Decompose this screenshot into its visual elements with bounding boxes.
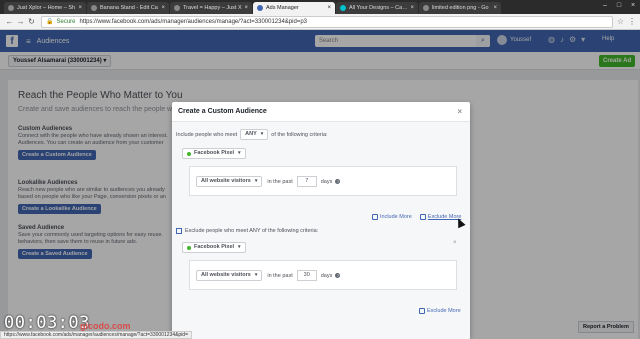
browser-tab[interactable]: limited edition png - Go × — [419, 2, 501, 14]
exclude-more-row: Exclude More — [419, 308, 461, 314]
help-icon[interactable]: ? — [335, 179, 341, 184]
add-icon — [372, 214, 378, 220]
close-icon[interactable]: × — [493, 5, 497, 11]
add-icon — [419, 214, 426, 220]
include-rule-row: All website visitors ▾ in the past 7 days… — [196, 176, 341, 187]
favicon-icon — [8, 5, 14, 11]
close-icon[interactable]: × — [327, 5, 331, 11]
minimize-icon[interactable]: – — [598, 0, 612, 12]
status-dot-icon — [187, 151, 191, 156]
bookmark-star-icon[interactable]: ☆ — [617, 17, 624, 26]
modal-header: Create a Custom Audience × — [172, 102, 470, 122]
chevron-down-icon: ▾ — [254, 178, 258, 184]
exclude-rule-box: All website visitors ▾ in the past 30 day… — [189, 260, 457, 290]
close-icon[interactable]: × — [78, 5, 82, 11]
browser-tab-strip: Just Xplor – Home – Sh × Banana Stand - E… — [0, 0, 640, 14]
status-dot-icon — [187, 245, 191, 250]
exclude-more-link[interactable]: Exclude More — [419, 308, 461, 314]
browser-menu-icon[interactable]: ⋮ — [628, 17, 636, 26]
chevron-down-icon: ▾ — [238, 244, 241, 250]
maximize-icon[interactable]: □ — [612, 0, 626, 12]
days-input[interactable]: 7 — [296, 176, 317, 187]
video-timer: 00:03:03 — [4, 313, 90, 333]
lock-icon: 🔒 — [46, 19, 54, 25]
modal-body: Include people who meet ANY ▾ of the foll… — [172, 122, 470, 339]
reload-icon[interactable]: ↻ — [26, 17, 37, 26]
browser-tab[interactable]: All Your Designs – Canva × — [336, 2, 418, 14]
remove-exclusion-icon[interactable]: × — [453, 240, 457, 246]
include-more-link[interactable]: Include More — [372, 214, 412, 220]
close-window-icon[interactable]: × — [626, 0, 640, 12]
days-input[interactable]: 30 — [296, 270, 317, 281]
address-bar: ← → ↻ 🔒 Secure https://www.facebook.com/… — [0, 14, 640, 30]
favicon-icon — [340, 5, 346, 11]
close-icon[interactable]: × — [244, 5, 248, 11]
browser-tab[interactable]: Travel = Happy – Just X × — [170, 2, 252, 14]
browser-tab[interactable]: Banana Stand - Edit Ca × — [87, 2, 169, 14]
window-controls: – □ × — [598, 0, 640, 12]
close-icon[interactable]: × — [410, 5, 414, 11]
favicon-icon — [91, 5, 97, 11]
exclude-criteria-row: Exclude people who meet ANY of the follo… — [176, 228, 318, 234]
browser-tab-active[interactable]: Ads Manager × — [253, 2, 335, 14]
exclude-rule-row: All website visitors ▾ in the past 30 day… — [196, 270, 341, 281]
watermark: gicodo.com — [80, 321, 131, 331]
modal-title: Create a Custom Audience — [178, 108, 267, 115]
chevron-down-icon: ▾ — [260, 131, 264, 137]
pixel-row-1: Facebook Pixel ▾ — [182, 148, 246, 159]
match-type-select[interactable]: ANY ▾ — [240, 129, 269, 140]
add-icon — [419, 308, 425, 314]
close-icon[interactable]: × — [161, 5, 165, 11]
url-text: https://www.facebook.com/ads/manager/aud… — [79, 18, 308, 25]
url-input[interactable]: 🔒 Secure https://www.facebook.com/ads/ma… — [41, 15, 613, 28]
exclude-icon — [176, 228, 182, 234]
include-exclude-links: Include More Exclude More — [372, 214, 461, 220]
pixel-select[interactable]: Facebook Pixel ▾ — [182, 148, 246, 159]
pixel-select[interactable]: Facebook Pixel ▾ — [182, 242, 246, 253]
back-icon[interactable]: ← — [4, 17, 15, 26]
visitors-select[interactable]: All website visitors ▾ — [196, 270, 263, 281]
chevron-down-icon: ▾ — [254, 272, 258, 278]
favicon-icon — [423, 5, 429, 11]
favicon-icon — [174, 5, 180, 11]
create-custom-audience-modal: Create a Custom Audience × Include peopl… — [172, 102, 470, 339]
help-icon[interactable]: ? — [335, 273, 341, 278]
include-criteria-row: Include people who meet ANY ▾ of the foll… — [176, 129, 328, 140]
status-url: https://www.facebook.com/ads/manager/aud… — [0, 331, 193, 339]
favicon-icon — [257, 5, 263, 11]
close-icon[interactable]: × — [457, 107, 462, 116]
browser-tab[interactable]: Just Xplor – Home – Sh × — [4, 2, 86, 14]
chevron-down-icon: ▾ — [238, 150, 241, 156]
pixel-row-2: Facebook Pixel ▾ — [182, 242, 246, 253]
visitors-select[interactable]: All website visitors ▾ — [196, 176, 263, 187]
include-rule-box: All website visitors ▾ in the past 7 days… — [189, 166, 457, 196]
forward-icon[interactable]: → — [15, 17, 26, 26]
